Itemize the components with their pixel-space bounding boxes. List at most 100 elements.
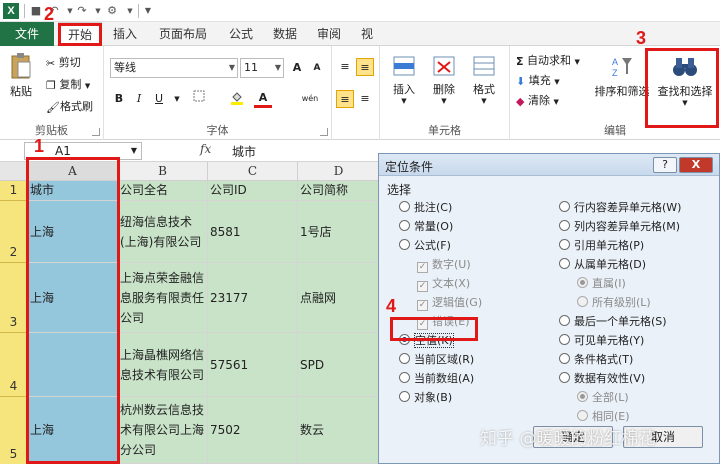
font-color-button[interactable]: A — [254, 90, 272, 108]
option-all-levels[interactable]: 所有级别(L) — [577, 295, 651, 311]
option-direct-only[interactable]: 直属(I) — [577, 276, 626, 292]
option-numbers[interactable]: ✓ 数字(U) — [417, 257, 471, 273]
underline-button[interactable]: U — [150, 90, 168, 108]
option-constants[interactable]: 常量(O) — [399, 219, 453, 235]
option-last-cell[interactable]: 最后一个单元格(S) — [559, 314, 667, 330]
option-comments[interactable]: 批注(C) — [399, 200, 452, 216]
delete-cells-button[interactable]: 删除 ▼ — [428, 54, 460, 105]
copy-button[interactable]: ❐ 复制 ▼ — [46, 76, 90, 92]
function-icon[interactable]: fx — [200, 142, 211, 156]
cell-d4[interactable]: SPD — [298, 333, 378, 397]
cell-c3[interactable]: 23177 — [208, 263, 298, 333]
clear-button[interactable]: ◆ 清除 ▼ — [516, 92, 559, 108]
cell-d2[interactable]: 1号店 — [298, 201, 378, 263]
tab-insert[interactable]: 插入 — [106, 22, 144, 46]
column-header-c[interactable]: C — [208, 162, 298, 181]
cell-c4[interactable]: 57561 — [208, 333, 298, 397]
column-header-d[interactable]: D — [298, 162, 378, 181]
option-formulas[interactable]: 公式(F) — [399, 238, 451, 254]
redo-icon[interactable]: ↷ — [74, 3, 90, 19]
cut-button[interactable]: ✂ 剪切 — [46, 54, 81, 70]
bold-button[interactable]: B — [110, 90, 128, 108]
option-precedents[interactable]: 引用单元格(P) — [559, 238, 644, 254]
customize-dropdown-icon[interactable]: ▼ — [122, 3, 138, 19]
find-select-button[interactable]: 查找和选择 ▼ — [650, 54, 720, 107]
cell-b4[interactable]: 上海晶樵网络信息技术有限公司 — [118, 333, 208, 397]
column-header-a[interactable]: A — [28, 162, 118, 181]
row-header-3[interactable]: 3 — [0, 263, 28, 333]
cell-a3[interactable]: 上海 — [28, 263, 118, 333]
row-header-4[interactable]: 4 — [0, 333, 28, 397]
cell-d1[interactable]: 公司简称 — [298, 181, 378, 201]
row-header-1[interactable]: 1 — [0, 181, 28, 201]
cell-d3[interactable]: 点融网 — [298, 263, 378, 333]
align-center-icon[interactable]: ≡ — [356, 90, 374, 108]
paste-button[interactable]: 粘贴 — [6, 52, 36, 99]
row-header-2[interactable]: 2 — [0, 201, 28, 263]
option-blanks[interactable]: 空值(K) — [399, 333, 454, 349]
option-column-differences[interactable]: 列内容差异单元格(M) — [559, 219, 680, 235]
tab-file[interactable]: 文件 — [0, 22, 54, 46]
grow-font-button[interactable]: A — [288, 59, 306, 77]
cell-b3[interactable]: 上海点荣金融信息服务有限责任公司 — [118, 263, 208, 333]
option-logicals[interactable]: ✓ 逻辑值(G) — [417, 295, 482, 311]
font-size-combo[interactable]: 11 ▼ — [240, 58, 284, 78]
clipboard-launcher-icon[interactable] — [92, 128, 100, 136]
save-icon[interactable]: ■ — [28, 3, 44, 19]
tab-formulas[interactable]: 公式 — [222, 22, 260, 46]
help-button[interactable]: ? — [653, 157, 677, 173]
row-header-5[interactable]: 5 — [0, 397, 28, 464]
sort-filter-button[interactable]: AZ 排序和筛选 — [592, 54, 652, 99]
border-button[interactable] — [190, 90, 208, 108]
close-button[interactable]: X — [679, 157, 713, 173]
option-visible-cells[interactable]: 可见单元格(Y) — [559, 333, 644, 349]
option-current-region[interactable]: 当前区域(R) — [399, 352, 474, 368]
font-name-combo[interactable]: 等线 ▼ — [110, 58, 238, 78]
select-all-corner[interactable] — [0, 162, 28, 181]
qat-more-icon[interactable]: ▼ — [140, 3, 156, 19]
option-dependents[interactable]: 从属单元格(D) — [559, 257, 646, 273]
fill-button[interactable]: ⬇ 填充 ▼ — [516, 72, 560, 88]
align-middle-icon[interactable]: ≡ — [356, 58, 374, 76]
option-conditional-formats[interactable]: 条件格式(T) — [559, 352, 633, 368]
tab-review[interactable]: 审阅 — [310, 22, 348, 46]
underline-dropdown-icon[interactable]: ▼ — [168, 90, 186, 108]
column-header-b[interactable]: B — [118, 162, 208, 181]
phonetic-button[interactable]: wén — [296, 90, 324, 108]
cell-a5[interactable]: 上海 — [28, 397, 118, 464]
fill-color-button[interactable] — [228, 90, 246, 108]
cell-c2[interactable]: 8581 — [208, 201, 298, 263]
cell-a2[interactable]: 上海 — [28, 201, 118, 263]
option-validation-same[interactable]: 相同(E) — [577, 409, 630, 425]
tab-view[interactable]: 视 — [354, 22, 380, 46]
cell-d5[interactable]: 数云 — [298, 397, 378, 464]
tab-page-layout[interactable]: 页面布局 — [150, 22, 216, 46]
autosum-button[interactable]: Σ 自动求和 ▼ — [516, 52, 580, 68]
cell-c1[interactable]: 公司ID — [208, 181, 298, 201]
align-left-icon[interactable]: ≡ — [336, 90, 354, 108]
cell-b5[interactable]: 杭州数云信息技术有限公司上海分公司 — [118, 397, 208, 464]
italic-button[interactable]: I — [130, 90, 148, 108]
shrink-font-button[interactable]: A — [308, 59, 326, 77]
option-current-array[interactable]: 当前数组(A) — [399, 371, 474, 387]
option-row-differences[interactable]: 行内容差异单元格(W) — [559, 200, 681, 216]
insert-cells-button[interactable]: 插入 ▼ — [388, 54, 420, 105]
cell-b1[interactable]: 公司全名 — [118, 181, 208, 201]
option-objects[interactable]: 对象(B) — [399, 390, 452, 406]
align-top-icon[interactable]: ≡ — [336, 58, 354, 76]
option-text[interactable]: ✓ 文本(X) — [417, 276, 470, 292]
cell-a1[interactable]: 城市 — [28, 181, 118, 201]
cell-a4[interactable] — [28, 333, 118, 397]
customize-icon[interactable]: ⚙ — [104, 3, 120, 19]
cell-b2[interactable]: 纽海信息技术(上海)有限公司 — [118, 201, 208, 263]
option-validation-all[interactable]: 全部(L) — [577, 390, 629, 406]
format-painter-button[interactable]: 🖌格式刷 — [46, 98, 93, 114]
option-data-validation[interactable]: 数据有效性(V) — [559, 371, 645, 387]
tab-home[interactable]: 开始 — [58, 22, 102, 47]
font-launcher-icon[interactable] — [320, 128, 328, 136]
option-errors[interactable]: ✓ 错误(E) — [417, 314, 470, 330]
cell-c5[interactable]: 7502 — [208, 397, 298, 464]
tab-data[interactable]: 数据 — [266, 22, 304, 46]
formula-input[interactable]: 城市 — [232, 143, 256, 160]
format-cells-button[interactable]: 格式 ▼ — [468, 54, 500, 105]
